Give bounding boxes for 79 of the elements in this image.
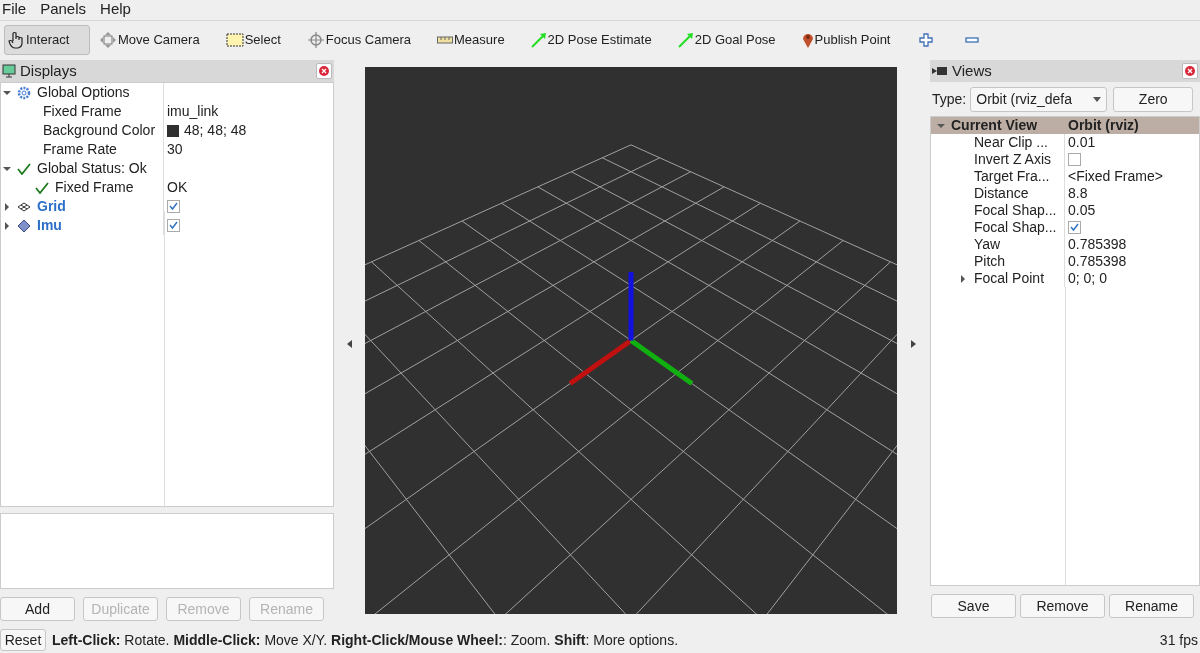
tool-button[interactable]: Publish Point [794,24,898,55]
property-value: 8.8 [1068,184,1088,203]
checkmark-icon [1070,223,1079,232]
monitor-icon [2,64,16,78]
close-button[interactable] [1182,63,1198,79]
tree-label[interactable]: Background Color [43,120,156,141]
arrow-icon [530,31,547,48]
hint-text: Left-Click: Rotate. Middle-Click: Move X/Y. Right-Click/Mouse Wheel:: Zoom. Shift: More options. [52,630,679,650]
grid-icon [17,201,31,212]
collapse-left-icon[interactable] [347,339,352,348]
tool-button[interactable]: Move Camera [92,24,207,55]
panel-title: Displays [20,60,77,81]
collapse-arrow-icon[interactable] [3,164,11,173]
plus-icon [919,32,934,47]
menu-item[interactable]: Help [100,0,131,21]
close-icon [1185,66,1195,76]
checkbox[interactable] [167,219,180,232]
tree-label[interactable]: Global Options [37,82,130,103]
property-value: imu_link [167,102,219,121]
collapse-arrow-icon[interactable] [937,121,945,130]
crosshair-icon [306,30,325,49]
ruler-icon [437,35,454,44]
tool-button[interactable]: Focus Camera [299,24,419,55]
tree-label[interactable]: Fixed Frame [43,101,122,122]
expand-arrow-icon[interactable] [3,221,11,230]
checkmark-icon [169,221,178,230]
expand-arrow-icon[interactable] [959,274,967,283]
property-value: 48; 48; 48 [184,121,247,140]
caret-icon [1093,96,1102,102]
property-value: Orbit (rviz) [1067,116,1139,135]
panel-button[interactable]: Add [0,597,75,621]
selection-rectangle-icon [225,31,244,48]
gear-icon [17,85,31,100]
menu-item[interactable]: Panels [40,0,87,21]
panel-button[interactable]: Remove [1020,594,1105,618]
view-type-dropdown[interactable]: Orbit (rviz_defa [970,86,1108,112]
panel-button[interactable]: Rename [1109,594,1194,618]
check-icon [17,162,31,175]
tree-label[interactable]: Global Status: Ok [37,158,147,179]
property-value: 0; 0; 0 [1068,269,1107,288]
minus-icon [965,36,980,43]
property-value: 30 [167,140,183,159]
property-value: 0.785398 [1068,235,1127,254]
tool-button[interactable]: 2D Pose Estimate [523,24,659,55]
close-icon [319,66,329,76]
camera-icon [932,66,948,76]
panel-title: Views [952,60,992,81]
tool-button[interactable]: 2D Goal Pose [670,24,783,55]
close-button[interactable] [316,63,332,79]
checkbox[interactable] [1068,221,1081,234]
reset-button[interactable]: Reset [0,629,46,651]
menu-item[interactable]: File [2,0,27,21]
expand-arrow-icon[interactable] [3,202,11,211]
fps-counter: 31 fps [1159,630,1199,650]
move-arrows-icon [99,30,117,49]
property-value: 0.01 [1068,133,1096,152]
hand-pointer-icon [7,30,25,49]
tree-label[interactable]: Fixed Frame [55,177,134,198]
diamond-icon [17,218,31,233]
checkbox[interactable] [167,200,180,213]
checkbox[interactable] [1068,153,1081,166]
zero-button[interactable]: Zero [1113,86,1194,112]
collapse-right-icon[interactable] [911,339,916,348]
tree-label[interactable]: Frame Rate [43,139,117,160]
property-value: <Fixed Frame> [1068,167,1163,186]
tree-label[interactable]: Grid [37,196,66,217]
property-value: OK [167,178,188,197]
tool-button[interactable]: Select [218,24,288,55]
property-value: 0.05 [1068,201,1096,220]
tree-label[interactable]: Imu [37,215,62,236]
property-value: 0.785398 [1068,252,1127,271]
panel-button[interactable]: Save [931,594,1016,618]
type-label: Type: [932,89,967,109]
collapse-arrow-icon[interactable] [3,88,11,97]
arrow-icon [677,31,694,48]
tool-button[interactable]: Interact [4,24,90,55]
checkmark-icon [169,202,178,211]
tool-button[interactable]: Measure [430,24,512,55]
check-icon [35,181,49,194]
